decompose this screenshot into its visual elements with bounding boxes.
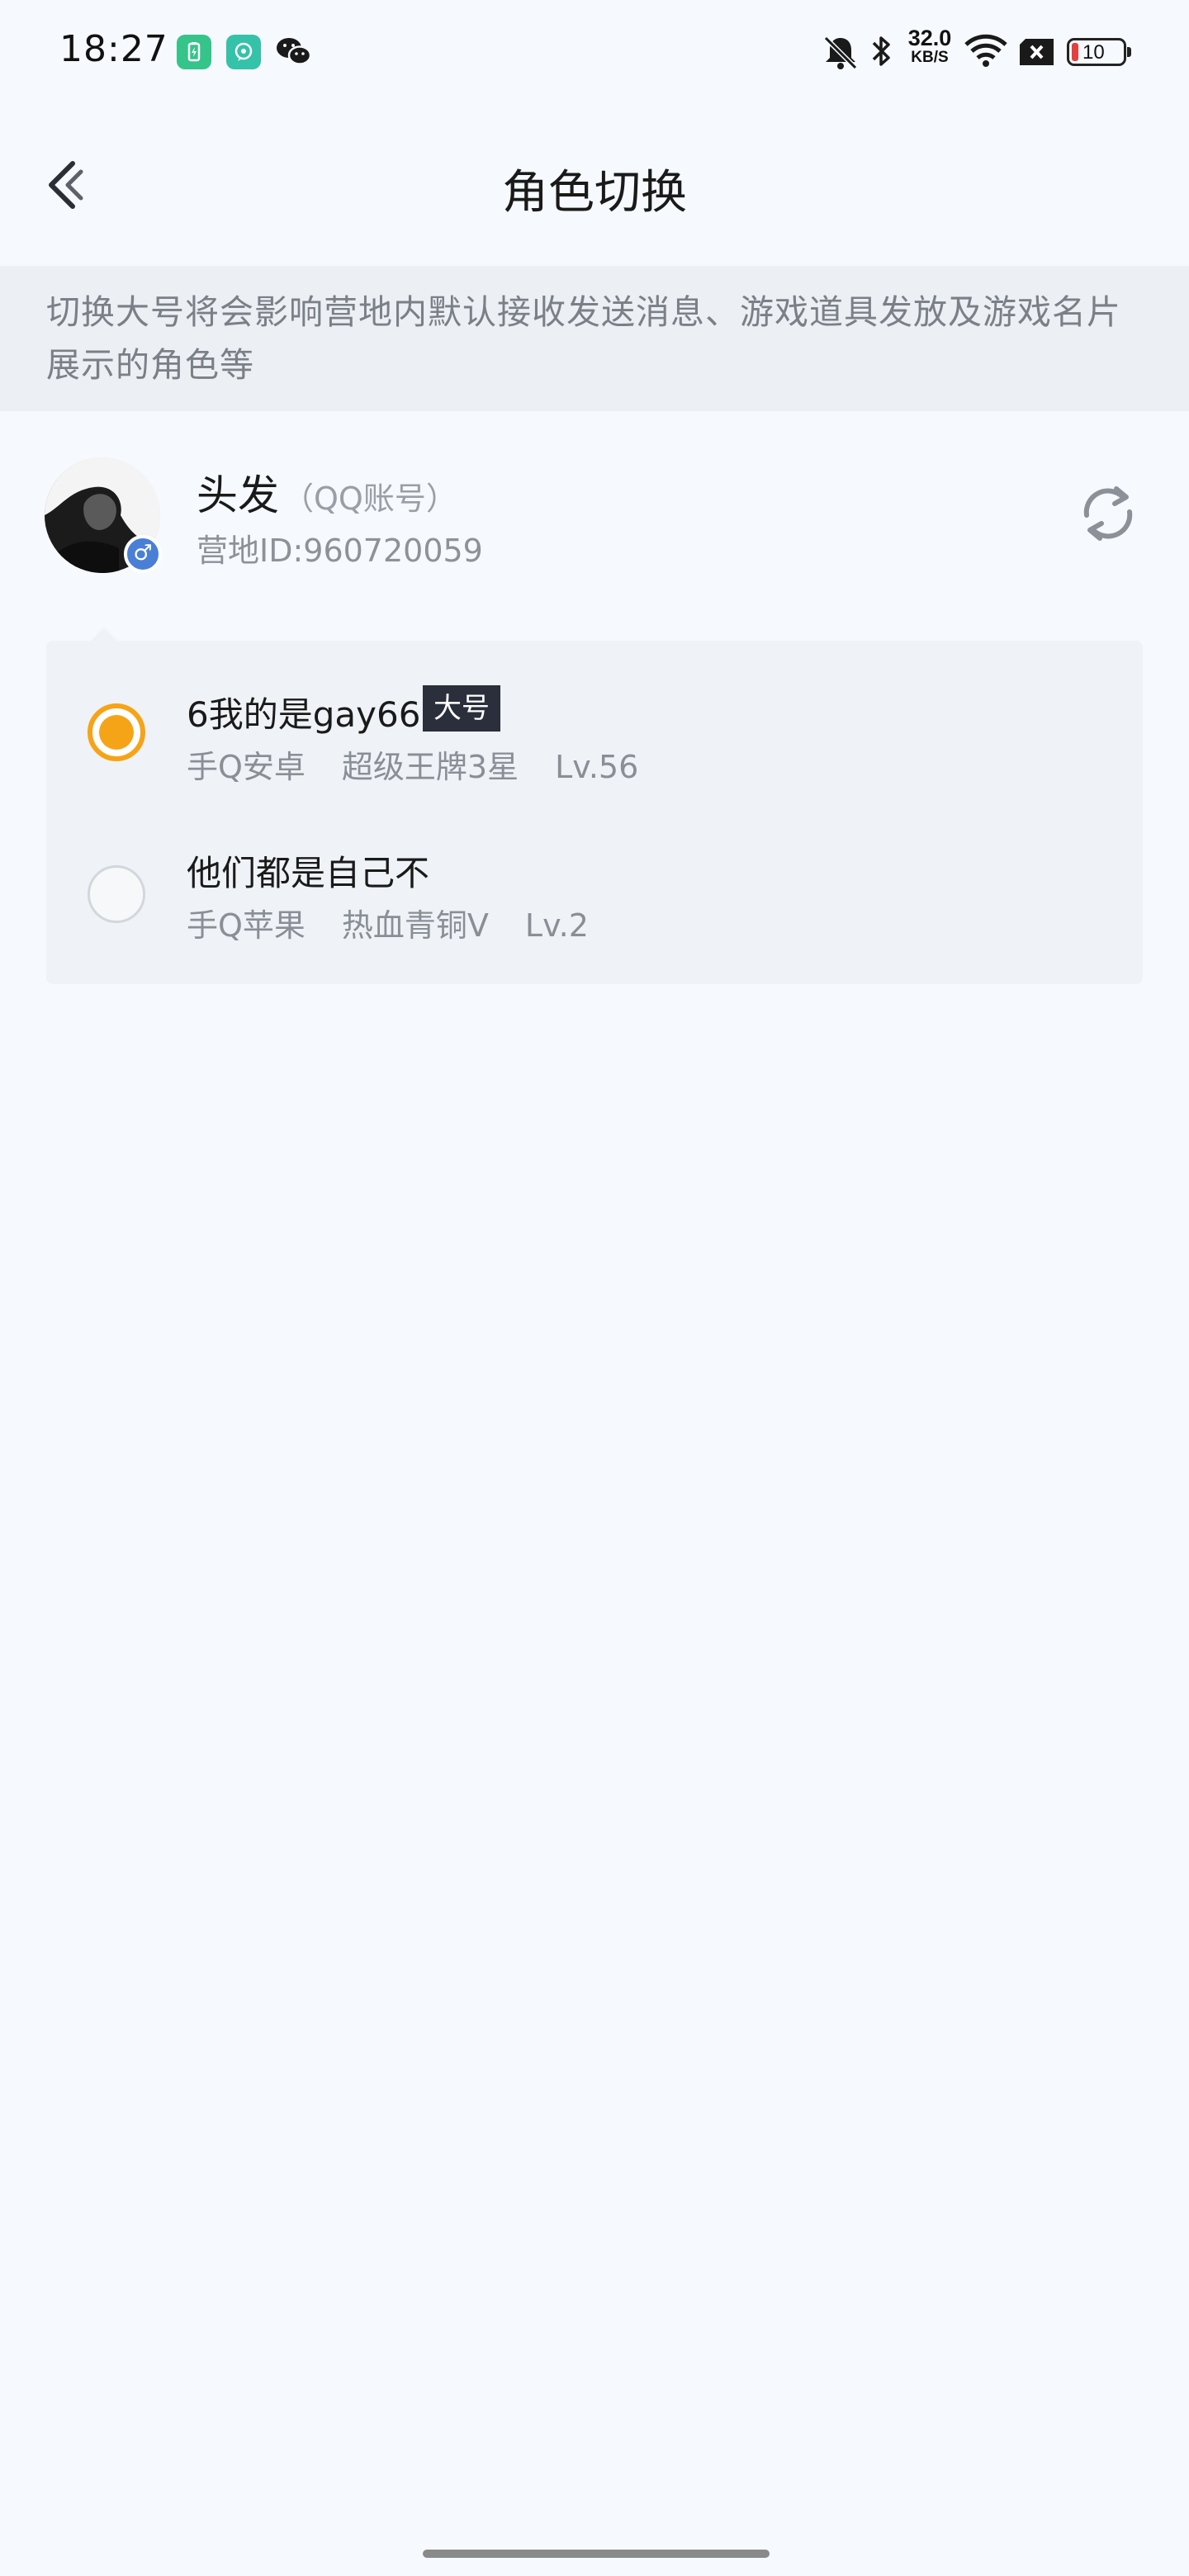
role-item[interactable]: 6我的是gay666 大号 手Q安卓 超级王牌3星 Lv.56: [46, 641, 1143, 803]
main-account-badge-label: 大号: [423, 685, 500, 732]
role-level: Lv.56: [555, 749, 639, 785]
network-speed-unit: KB/S: [911, 49, 949, 66]
page-title: 角色切换: [502, 166, 687, 220]
header: 角色切换: [0, 124, 1189, 248]
account-type: （QQ账号）: [282, 481, 457, 517]
card-notch: [91, 627, 117, 641]
home-indicator[interactable]: [423, 2550, 770, 2558]
role-level: Lv.2: [524, 907, 589, 944]
battery-fill: [1072, 43, 1078, 61]
no-sim-icon: [1019, 38, 1055, 69]
battery-icon: 10: [1067, 38, 1131, 66]
network-speed-value: 32.0: [907, 26, 952, 50]
account-name: 头发: [197, 471, 279, 519]
role-meta: 手Q安卓 超级王牌3星 Lv.56: [187, 741, 675, 787]
refresh-icon: [1083, 486, 1133, 541]
role-meta: 手Q苹果 热血青铜Ⅴ Lv.2: [187, 900, 625, 945]
battery-saver-icon: [177, 35, 211, 69]
chat-app-icon: [226, 35, 261, 69]
camp-id: 营地ID:960720059: [197, 533, 483, 569]
battery-level: 10: [1082, 41, 1105, 64]
role-platform: 手Q安卓: [187, 749, 306, 785]
role-rank: 热血青铜Ⅴ: [341, 907, 489, 944]
status-time: 18:27: [59, 28, 168, 70]
role-name: 6我的是gay666: [187, 694, 443, 735]
role-radio-unselected[interactable]: [88, 865, 145, 923]
gender-male-badge: ♂: [124, 535, 162, 573]
role-name: 他们都是自己不: [187, 853, 430, 893]
status-bar: 18:27 32.0 KB/S 10: [0, 0, 1189, 99]
battery-tip: [1127, 47, 1131, 57]
roles-card: 6我的是gay666 大号 手Q安卓 超级王牌3星 Lv.56 他们都是自己不 手Q…: [46, 627, 1143, 984]
role-item[interactable]: 他们都是自己不 手Q苹果 热血青铜Ⅴ Lv.2: [46, 803, 1143, 964]
account-name-line: 头发 （QQ账号）: [197, 462, 457, 522]
switch-account-button[interactable]: [1075, 481, 1141, 547]
bluetooth-icon: [869, 33, 893, 73]
wechat-icon: [276, 36, 312, 71]
notice-text: 切换大号将会影响营地内默认接收发送消息、游戏道具发放及游戏名片展示的角色等: [46, 292, 1121, 385]
network-speed: 32.0 KB/S: [903, 26, 956, 66]
role-radio-selected[interactable]: [88, 703, 145, 761]
account-row: ♂ 头发 （QQ账号） 营地ID:960720059: [0, 446, 1189, 586]
role-platform: 手Q苹果: [187, 907, 306, 944]
notice-banner: 切换大号将会影响营地内默认接收发送消息、游戏道具发放及游戏名片展示的角色等: [0, 266, 1189, 411]
role-rank: 超级王牌3星: [341, 749, 519, 785]
wifi-icon: [964, 33, 1007, 71]
mute-bell-icon: [821, 35, 860, 74]
